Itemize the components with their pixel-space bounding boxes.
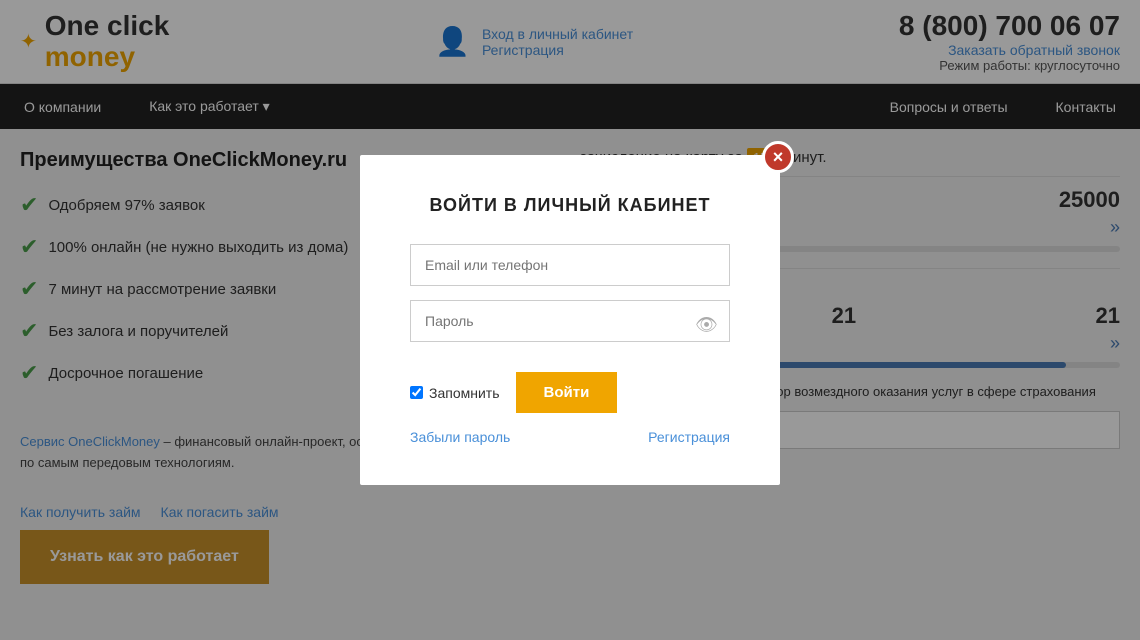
forgot-password-link[interactable]: Забыли пароль: [410, 429, 510, 445]
modal-register-link[interactable]: Регистрация: [648, 429, 730, 445]
modal-title: ВОЙТИ В ЛИЧНЫЙ КАБИНЕТ: [410, 195, 730, 216]
modal-actions: Запомнить Войти: [410, 372, 730, 413]
login-button[interactable]: Войти: [516, 372, 618, 413]
modal: × ВОЙТИ В ЛИЧНЫЙ КАБИНЕТ 👁 Запомнить Вой…: [360, 155, 780, 485]
password-row: 👁: [410, 300, 730, 356]
password-field[interactable]: [410, 300, 730, 342]
modal-close-button[interactable]: ×: [762, 141, 794, 173]
modal-links: Забыли пароль Регистрация: [410, 429, 730, 445]
remember-text: Запомнить: [429, 385, 500, 401]
eye-icon: 👁: [695, 314, 718, 335]
modal-overlay[interactable]: × ВОЙТИ В ЛИЧНЫЙ КАБИНЕТ 👁 Запомнить Вой…: [0, 0, 1140, 640]
remember-label: Запомнить: [410, 385, 500, 401]
remember-checkbox[interactable]: [410, 386, 423, 399]
email-field[interactable]: [410, 244, 730, 286]
